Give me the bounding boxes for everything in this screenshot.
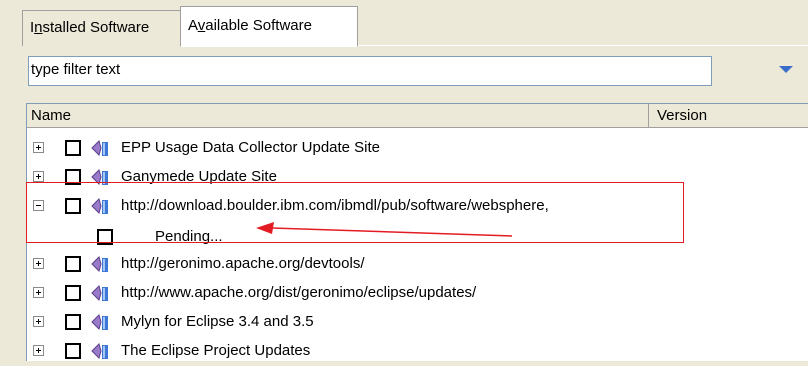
row-checkbox[interactable] bbox=[65, 169, 81, 185]
row-checkbox[interactable] bbox=[65, 198, 81, 214]
table-row[interactable]: Ganymede Update Site bbox=[27, 163, 808, 192]
table-row[interactable]: Mylyn for Eclipse 3.4 and 3.5 bbox=[27, 308, 808, 337]
filter-placeholder: type filter text bbox=[31, 61, 121, 78]
tab-installed-software[interactable]: Installed Software bbox=[22, 10, 180, 46]
filter-dropdown-icon[interactable] bbox=[779, 66, 793, 73]
row-checkbox[interactable] bbox=[65, 314, 81, 330]
row-label: The Eclipse Project Updates bbox=[121, 342, 311, 359]
table-row[interactable]: The Eclipse Project Updates bbox=[27, 337, 808, 366]
row-label: http://geronimo.apache.org/devtools/ bbox=[121, 255, 365, 272]
table-row[interactable]: http://download.boulder.ibm.com/ibmdl/pu… bbox=[27, 192, 808, 221]
expand-icon[interactable] bbox=[33, 287, 44, 298]
tab-label-part: stalled Software bbox=[42, 19, 150, 36]
column-header-version[interactable]: Version bbox=[649, 104, 808, 128]
row-checkbox[interactable] bbox=[65, 343, 81, 359]
row-label: EPP Usage Data Collector Update Site bbox=[121, 139, 381, 156]
expand-icon[interactable] bbox=[33, 171, 44, 182]
table-row[interactable]: http://geronimo.apache.org/devtools/ bbox=[27, 250, 808, 279]
expand-icon[interactable] bbox=[33, 258, 44, 269]
collapse-icon[interactable] bbox=[33, 200, 44, 211]
row-checkbox[interactable] bbox=[65, 285, 81, 301]
column-header-name[interactable]: Name bbox=[27, 104, 649, 128]
table-header: Name Version bbox=[27, 104, 808, 128]
update-site-icon bbox=[91, 140, 108, 156]
update-site-icon bbox=[91, 169, 108, 185]
row-label: Ganymede Update Site bbox=[121, 168, 277, 185]
row-label: Mylyn for Eclipse 3.4 and 3.5 bbox=[121, 313, 314, 330]
update-site-icon bbox=[91, 343, 108, 359]
filter-input[interactable]: type filter text bbox=[28, 56, 712, 86]
expand-icon[interactable] bbox=[33, 316, 44, 327]
expand-icon[interactable] bbox=[33, 142, 44, 153]
table-row-pending[interactable]: Pending... bbox=[27, 221, 808, 250]
table-row[interactable]: EPP Usage Data Collector Update Site bbox=[27, 134, 808, 163]
table-row[interactable]: http://www.apache.org/dist/geronimo/ecli… bbox=[27, 279, 808, 308]
update-site-icon bbox=[91, 256, 108, 272]
row-label: http://www.apache.org/dist/geronimo/ecli… bbox=[121, 284, 477, 301]
tab-label-part: ailable Software bbox=[205, 17, 312, 34]
row-checkbox[interactable] bbox=[65, 140, 81, 156]
expand-icon[interactable] bbox=[33, 345, 44, 356]
row-checkbox[interactable] bbox=[97, 229, 113, 245]
update-site-icon bbox=[91, 285, 108, 301]
row-checkbox[interactable] bbox=[65, 256, 81, 272]
update-site-icon bbox=[91, 314, 108, 330]
software-tree-table: Name Version EPP Usage Data Collector Up… bbox=[26, 103, 808, 361]
pending-label: Pending... bbox=[155, 228, 223, 245]
tab-label-mnemonic: n bbox=[34, 19, 43, 36]
tab-available-software[interactable]: Available Software bbox=[180, 6, 358, 47]
update-site-icon bbox=[91, 198, 108, 214]
tab-label-part: A bbox=[188, 17, 198, 34]
row-label: http://download.boulder.ibm.com/ibmdl/pu… bbox=[121, 197, 549, 214]
